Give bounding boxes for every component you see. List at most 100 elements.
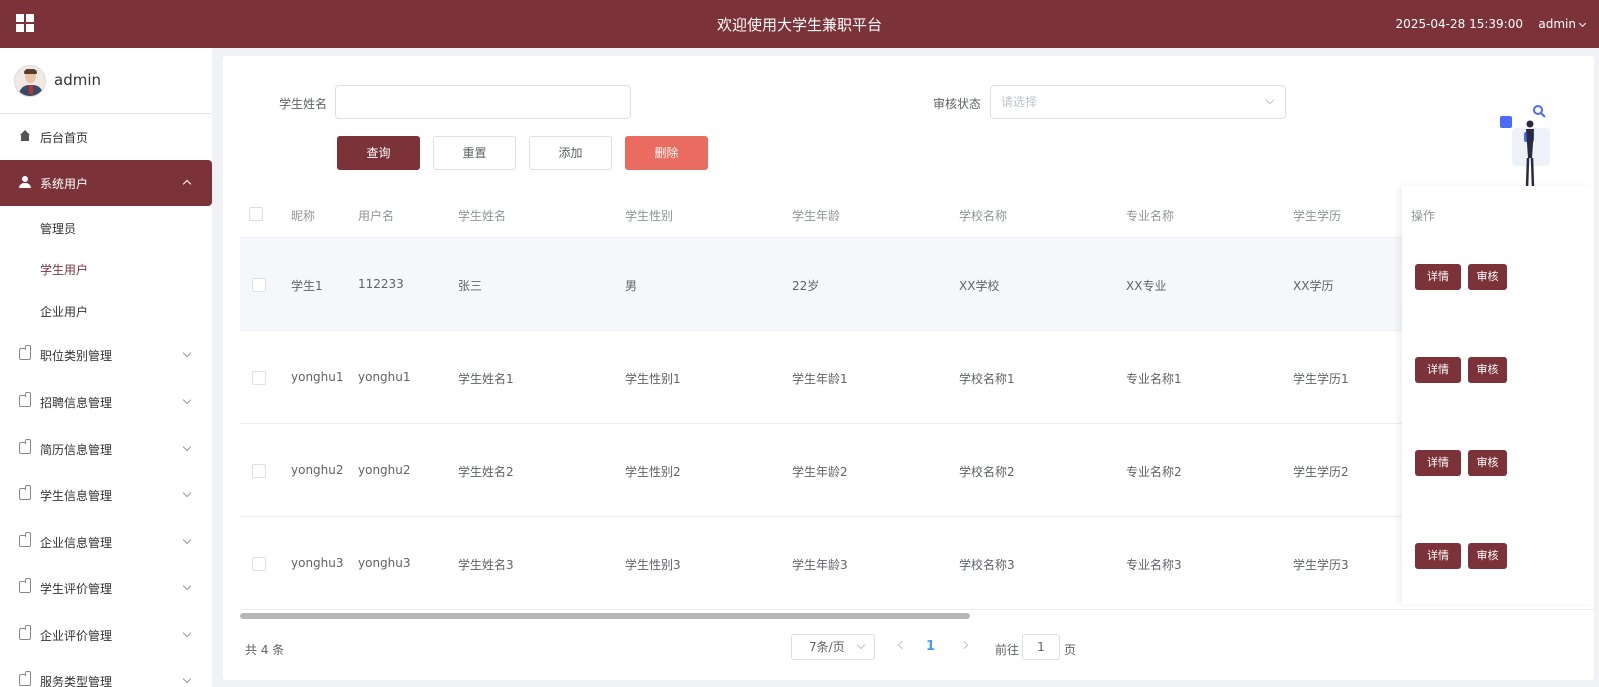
avatar [14, 65, 46, 97]
detail-button[interactable]: 详情 [1415, 357, 1461, 383]
goto-page-input[interactable]: 1 [1022, 634, 1060, 660]
detail-button[interactable]: 详情 [1415, 543, 1461, 569]
sidebar-item-resume[interactable]: 简历信息管理 [0, 426, 212, 472]
sidebar-item-company-review[interactable]: 企业评价管理 [0, 612, 212, 658]
page-number-current[interactable]: 1 [926, 639, 935, 654]
sidebar-item-label: 企业信息管理 [40, 536, 113, 550]
sidebar-item-label: 招聘信息管理 [40, 396, 113, 410]
sidebar-subitem-admins[interactable]: 管理员 [0, 208, 212, 248]
chevron-down-icon [1265, 95, 1275, 105]
next-page-icon[interactable] [959, 640, 969, 650]
audit-button[interactable]: 审核 [1468, 450, 1507, 476]
chevron-down-icon [182, 535, 192, 545]
cell-username: 112233 [358, 277, 404, 291]
user-dropdown[interactable]: admin [1538, 17, 1587, 31]
column-header: 学校名称 [959, 209, 1008, 223]
sidebar-subitem-label: 管理员 [40, 222, 77, 236]
sidebar-item-home[interactable]: 后台首页 [0, 114, 212, 160]
sidebar-item-system-users[interactable]: 系统用户 [0, 160, 212, 206]
cell-school: 学校名称3 [959, 558, 1015, 572]
current-datetime: 2025-04-28 15:39:00 [1395, 17, 1523, 31]
chevron-down-icon [182, 348, 192, 358]
delete-button[interactable]: 删除 [625, 136, 708, 170]
sidebar-subitem-student-users[interactable]: 学生用户 [0, 249, 212, 289]
sidebar-subitem-label: 学生用户 [40, 263, 89, 277]
student-name-input[interactable] [335, 85, 631, 119]
goto-suffix: 页 [1064, 643, 1077, 657]
user-icon [19, 176, 31, 188]
chevron-down-icon [182, 581, 192, 591]
sidebar-subitem-company-users[interactable]: 企业用户 [0, 291, 212, 331]
doc-icon [19, 625, 31, 640]
cell-gender: 学生性别2 [625, 465, 681, 479]
sidebar-item-label: 学生评价管理 [40, 582, 113, 596]
reset-button[interactable]: 重置 [433, 136, 516, 170]
table-row[interactable]: 学生1 112233 张三 男 22岁 XX学校 XX专业 XX学历 [240, 238, 1594, 331]
cell-gender: 学生性别3 [625, 558, 681, 572]
scrollbar-thumb[interactable] [240, 613, 970, 619]
add-button[interactable]: 添加 [529, 136, 612, 170]
cell-education: 学生学历2 [1293, 465, 1349, 479]
chevron-down-icon [856, 640, 866, 650]
chevron-down-icon [182, 628, 192, 638]
sidebar-item-label: 服务类型管理 [40, 675, 113, 687]
row-checkbox[interactable] [252, 464, 266, 478]
home-icon [19, 130, 31, 142]
column-header: 用户名 [358, 209, 395, 223]
horizontal-scrollbar[interactable] [240, 613, 1594, 619]
doc-icon [19, 532, 31, 547]
column-header: 昵称 [291, 209, 316, 223]
sidebar-item-student-review[interactable]: 学生评价管理 [0, 565, 212, 611]
sidebar-item-label: 系统用户 [40, 177, 89, 191]
sidebar-item-label: 企业评价管理 [40, 629, 113, 643]
table-row[interactable]: yonghu3 yonghu3 学生姓名3 学生性别3 学生年龄3 学校名称3 … [240, 517, 1594, 610]
total-count: 共 4 条 [245, 643, 285, 657]
column-header: 专业名称 [1126, 209, 1175, 223]
sidebar-item-service-type[interactable]: 服务类型管理 [0, 658, 212, 687]
chevron-down-icon [182, 674, 192, 684]
sidebar-item-company-info[interactable]: 企业信息管理 [0, 519, 212, 565]
cell-age: 学生年龄3 [792, 558, 848, 572]
detail-button[interactable]: 详情 [1415, 264, 1461, 290]
audit-button[interactable]: 审核 [1468, 357, 1507, 383]
goto-prefix: 前往 [995, 643, 1020, 657]
cell-student-name: 张三 [458, 279, 483, 293]
sidebar-item-job-category[interactable]: 职位类别管理 [0, 332, 212, 378]
row-checkbox[interactable] [252, 278, 266, 292]
cell-education: XX学历 [1293, 279, 1334, 293]
column-header: 操作 [1411, 209, 1436, 223]
query-button[interactable]: 查询 [337, 136, 420, 170]
cell-username: yonghu2 [358, 463, 411, 477]
cell-major: 专业名称3 [1126, 558, 1182, 572]
sidebar: admin 后台首页 系统用户 管理员 学生用户 企业用户 职位类别管理 招聘信… [0, 48, 212, 687]
audit-button[interactable]: 审核 [1468, 543, 1507, 569]
doc-icon [19, 392, 31, 407]
profile-name: admin [54, 71, 101, 89]
sidebar-item-recruitment[interactable]: 招聘信息管理 [0, 379, 212, 425]
cell-major: XX专业 [1126, 279, 1167, 293]
audit-button[interactable]: 审核 [1468, 264, 1507, 290]
sidebar-item-label: 简历信息管理 [40, 443, 113, 457]
cell-age: 学生年龄1 [792, 372, 848, 386]
row-checkbox[interactable] [252, 557, 266, 571]
top-header: 欢迎使用大学生兼职平台 2025-04-28 15:39:00 admin [0, 0, 1599, 48]
table-row[interactable]: yonghu2 yonghu2 学生姓名2 学生性别2 学生年龄2 学校名称2 … [240, 424, 1594, 517]
chevron-down-icon [182, 488, 192, 498]
audit-status-select[interactable]: 请选择 [990, 85, 1286, 119]
table-row[interactable]: yonghu1 yonghu1 学生姓名1 学生性别1 学生年龄1 学校名称1 … [240, 331, 1594, 424]
main-panel: 学生姓名 审核状态 请选择 查询 重置 添加 删除 昵称 用户名 学生姓名 学生… [223, 56, 1594, 680]
prev-page-icon[interactable] [897, 640, 907, 650]
page-size-select[interactable]: 7条/页 [791, 634, 875, 660]
detail-button[interactable]: 详情 [1415, 450, 1461, 476]
doc-icon [19, 671, 31, 686]
column-header: 学生年龄 [792, 209, 841, 223]
cell-age: 学生年龄2 [792, 465, 848, 479]
select-all-checkbox[interactable] [249, 207, 263, 221]
sidebar-item-student-info[interactable]: 学生信息管理 [0, 472, 212, 518]
cell-nickname: yonghu2 [291, 463, 344, 477]
chevron-down-icon [182, 395, 192, 405]
audit-status-placeholder: 请选择 [1001, 95, 1038, 109]
row-checkbox[interactable] [252, 371, 266, 385]
chevron-down-icon [1578, 19, 1587, 28]
sidebar-profile: admin [0, 48, 212, 114]
